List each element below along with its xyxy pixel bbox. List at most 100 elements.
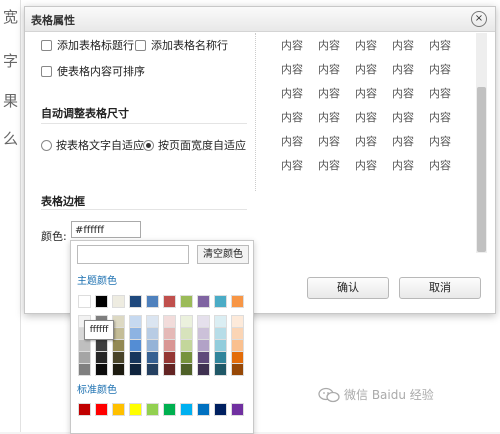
theme-color-swatch[interactable] <box>129 295 142 308</box>
standard-color-swatch[interactable] <box>146 403 159 416</box>
preview-cell: 内容 <box>355 111 377 124</box>
theme-shade-swatch[interactable] <box>180 363 193 376</box>
add-header-row-checkbox[interactable]: 添加表格标题行 <box>41 37 134 53</box>
cancel-button[interactable]: 取消 <box>399 277 481 299</box>
preview-cell: 内容 <box>281 39 303 52</box>
theme-shade-swatch[interactable] <box>163 363 176 376</box>
sortable-label: 使表格内容可排序 <box>57 65 145 78</box>
background-text-char: 宽 <box>3 8 19 26</box>
watermark: 微信 Baidu 经验 <box>318 386 434 403</box>
preview-cell: 内容 <box>318 87 340 100</box>
preview-cell: 内容 <box>429 159 451 172</box>
scrollbar-thumb[interactable] <box>477 87 486 252</box>
radio-button-selected[interactable] <box>143 139 154 151</box>
color-tooltip: ffffff <box>84 320 114 340</box>
background-text-char: 么 <box>3 130 19 148</box>
radio-page-fit[interactable]: 按页面宽度自适应 <box>143 137 246 153</box>
preview-cell: 内容 <box>281 111 303 124</box>
sortable-checkbox[interactable]: 使表格内容可排序 <box>41 63 145 79</box>
preview-cell: 内容 <box>429 111 451 124</box>
preview-cell: 内容 <box>318 63 340 76</box>
radio-text-fit[interactable]: 按表格文字自适应 <box>41 137 144 153</box>
preview-cell: 内容 <box>429 87 451 100</box>
watermark-text: 微信 Baidu 经验 <box>344 388 434 402</box>
theme-color-swatch[interactable] <box>180 295 193 308</box>
dialog-title: 表格属性 <box>31 14 75 27</box>
standard-colors-label: 标准颜色 <box>77 385 117 396</box>
preview-cell: 内容 <box>318 159 340 172</box>
background-text-char: 果 <box>3 92 19 110</box>
theme-color-swatch[interactable] <box>197 295 210 308</box>
auto-size-section-title: 自动调整表格尺寸 <box>41 107 129 120</box>
preview-cell: 内容 <box>318 39 340 52</box>
confirm-button[interactable]: 确认 <box>307 277 389 299</box>
checkbox-box[interactable] <box>135 39 146 51</box>
theme-color-swatch[interactable] <box>163 295 176 308</box>
background-text-char: 字 <box>3 52 19 70</box>
theme-color-swatch[interactable] <box>112 295 125 308</box>
section-divider <box>41 123 247 124</box>
checkbox-box[interactable] <box>41 39 52 51</box>
theme-shade-swatch[interactable] <box>214 363 227 376</box>
editor-divider <box>20 0 21 432</box>
theme-shade-swatch[interactable] <box>112 363 125 376</box>
section-divider <box>41 209 247 210</box>
radio-page-fit-label: 按页面宽度自适应 <box>158 139 246 152</box>
theme-colors-label: 主题颜色 <box>77 276 117 287</box>
standard-color-swatch[interactable] <box>214 403 227 416</box>
color-label: 颜色: <box>41 230 67 243</box>
preview-cell: 内容 <box>281 135 303 148</box>
preview-cell: 内容 <box>281 87 303 100</box>
standard-color-swatch[interactable] <box>78 403 91 416</box>
wechat-icon <box>318 387 340 402</box>
preview-cell: 内容 <box>392 39 414 52</box>
preview-cell: 内容 <box>429 135 451 148</box>
standard-color-swatch[interactable] <box>163 403 176 416</box>
theme-shade-swatch[interactable] <box>78 363 91 376</box>
preview-cell: 内容 <box>392 135 414 148</box>
preview-cell: 内容 <box>281 63 303 76</box>
preview-cell: 内容 <box>392 63 414 76</box>
preview-cell: 内容 <box>429 63 451 76</box>
dialog-titlebar: 表格属性 × <box>25 7 495 32</box>
standard-color-swatch[interactable] <box>197 403 210 416</box>
standard-color-swatch[interactable] <box>129 403 142 416</box>
theme-shade-swatch[interactable] <box>231 363 244 376</box>
clear-color-button[interactable]: 清空颜色 <box>197 245 249 264</box>
preview-cell: 内容 <box>429 39 451 52</box>
preview-cell: 内容 <box>281 159 303 172</box>
theme-shade-swatch[interactable] <box>146 363 159 376</box>
add-name-row-label: 添加表格名称行 <box>151 39 228 52</box>
border-section-title: 表格边框 <box>41 195 85 208</box>
preview-cell: 内容 <box>392 87 414 100</box>
theme-shade-swatch[interactable] <box>95 363 108 376</box>
standard-color-swatch[interactable] <box>180 403 193 416</box>
preview-cell: 内容 <box>355 159 377 172</box>
standard-color-swatch[interactable] <box>231 403 244 416</box>
preview-divider <box>255 33 256 191</box>
border-color-input[interactable]: #ffffff <box>71 221 141 238</box>
theme-color-swatch[interactable] <box>78 295 91 308</box>
preview-cell: 内容 <box>392 111 414 124</box>
radio-button[interactable] <box>41 139 52 151</box>
preview-cell: 内容 <box>392 159 414 172</box>
theme-shade-swatch[interactable] <box>129 363 142 376</box>
checkbox-box[interactable] <box>41 65 52 77</box>
preview-cell: 内容 <box>318 135 340 148</box>
theme-color-swatch[interactable] <box>95 295 108 308</box>
preview-cell: 内容 <box>355 63 377 76</box>
picker-color-input[interactable] <box>77 245 189 264</box>
close-icon[interactable]: × <box>471 11 487 27</box>
add-name-row-checkbox[interactable]: 添加表格名称行 <box>135 37 228 53</box>
preview-cell: 内容 <box>355 87 377 100</box>
radio-text-fit-label: 按表格文字自适应 <box>56 139 144 152</box>
preview-cell: 内容 <box>318 111 340 124</box>
theme-shade-swatch[interactable] <box>197 363 210 376</box>
standard-color-swatch[interactable] <box>112 403 125 416</box>
add-header-row-label: 添加表格标题行 <box>57 39 134 52</box>
preview-cell: 内容 <box>355 135 377 148</box>
theme-color-swatch[interactable] <box>231 295 244 308</box>
theme-color-swatch[interactable] <box>214 295 227 308</box>
standard-color-swatch[interactable] <box>95 403 108 416</box>
theme-color-swatch[interactable] <box>146 295 159 308</box>
